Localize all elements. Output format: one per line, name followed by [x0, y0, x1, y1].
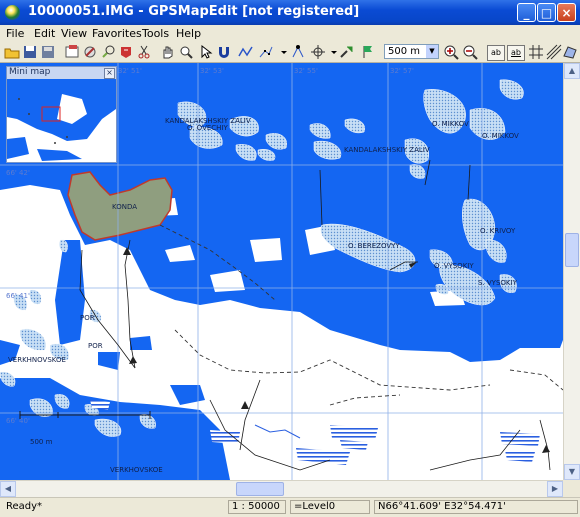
water-patch	[170, 385, 205, 405]
status-scale: 1 : 50000	[228, 500, 286, 514]
polygon-icon[interactable]	[562, 44, 578, 60]
toolbar: 500 m ▼ ab ab	[0, 42, 580, 63]
scale-dropdown[interactable]: 500 m ▼	[384, 44, 439, 59]
tool-icon[interactable]	[82, 44, 98, 60]
lat-tick-1: 66' 42'	[6, 169, 30, 177]
lon-tick-1: 32' 51'	[118, 67, 142, 75]
status-level: =Level0	[290, 500, 370, 514]
flag-icon[interactable]	[360, 44, 376, 60]
scroll-down-icon[interactable]: ▼	[564, 464, 580, 480]
land-patch	[0, 195, 60, 245]
bookmark-icon[interactable]	[118, 44, 134, 60]
status-ready: Ready*	[6, 501, 43, 512]
scroll-right-icon[interactable]: ▶	[547, 481, 563, 497]
chevron-down-icon[interactable]: ▼	[426, 45, 438, 58]
save-icon[interactable]	[22, 44, 38, 60]
label-kandalakshskiy-zaliv-2: KANDALAKSHSKIY ZALIV	[344, 146, 430, 154]
title-bar: 10000051.IMG - GPSMapEdit [not registere…	[0, 0, 580, 25]
select-arrow-icon[interactable]	[198, 44, 214, 60]
maximize-button[interactable]: □	[537, 3, 556, 22]
label-verkhovskoe-2: VERKHOVSKOE	[110, 466, 163, 474]
water-patch	[130, 336, 152, 350]
label-o-berezovyy: O. BEREZOVYY	[348, 242, 400, 250]
close-button[interactable]: ×	[557, 3, 576, 22]
lat-tick-2: 66' 41'	[6, 292, 30, 300]
scroll-up-icon[interactable]: ▲	[564, 63, 580, 79]
menu-favorites[interactable]: Favorites	[92, 27, 142, 40]
menu-view[interactable]: View	[61, 27, 87, 40]
insert-node-icon[interactable]	[290, 44, 306, 60]
menu-tools[interactable]: Tools	[142, 27, 169, 40]
polyline-icon[interactable]	[238, 44, 254, 60]
label-stor: POR	[80, 314, 95, 322]
properties-icon[interactable]	[64, 44, 80, 60]
cut-icon[interactable]	[136, 44, 152, 60]
menu-file[interactable]: File	[6, 27, 24, 40]
save-as-icon[interactable]	[40, 44, 56, 60]
menu-help[interactable]: Help	[176, 27, 201, 40]
move-icon[interactable]	[310, 44, 326, 60]
scale-bar-label: 500 m	[30, 438, 53, 446]
minimap-view[interactable]	[7, 79, 116, 162]
label-o-vysokiy: O. VYSOKIY	[434, 262, 474, 270]
globe-icon[interactable]	[5, 5, 20, 20]
label-konda: KONDA	[112, 203, 137, 211]
zoom-in-icon[interactable]	[443, 44, 459, 60]
find-icon[interactable]	[100, 44, 116, 60]
close-icon[interactable]: ×	[104, 68, 115, 79]
label-o-mikkov-1: O. MIKKOV	[432, 120, 469, 128]
land-patch	[250, 238, 282, 262]
lon-tick-3: 32' 55'	[294, 67, 318, 75]
grid-icon[interactable]	[528, 44, 544, 60]
status-bar: Ready* 1 : 50000 =Level0 N66°41.609' E32…	[0, 497, 580, 517]
scroll-left-icon[interactable]: ◀	[0, 481, 16, 497]
scale-value: 500 m	[388, 46, 421, 57]
label-o-mikkov-2: O. MIKKOV	[482, 132, 519, 140]
horizontal-scrollbar[interactable]: ◀ ▶	[0, 480, 563, 497]
add-point-icon[interactable]	[338, 44, 354, 60]
toggle-labels-button[interactable]: ab	[487, 45, 505, 61]
label-vernovskoe: VERKHNOVSKOE	[8, 356, 66, 364]
vertical-scroll-thumb[interactable]	[565, 233, 579, 267]
lat-tick-3: 66' 40'	[6, 417, 30, 425]
lon-tick-4: 32' 57'	[390, 67, 414, 75]
stream-lines	[254, 424, 301, 439]
label-o-ovechiy: O. OVECHIY	[187, 124, 228, 132]
hatch-icon[interactable]	[546, 44, 562, 60]
water-channel	[55, 240, 85, 345]
horizontal-scroll-thumb[interactable]	[236, 482, 284, 496]
vertical-scrollbar[interactable]: ▲ ▼	[563, 63, 580, 480]
land-patch	[90, 245, 125, 275]
menu-edit[interactable]: Edit	[34, 27, 55, 40]
status-coordinates: N66°41.609' E32°54.471'	[374, 500, 578, 514]
menu-bar: File Edit View Favorites Tools Help	[0, 25, 580, 43]
water-patch	[98, 352, 120, 370]
label-o-krivoy: O. KRIVOY	[480, 227, 516, 235]
lon-tick-2: 32' 53'	[200, 67, 224, 75]
hand-pan-icon[interactable]	[160, 44, 176, 60]
minimize-button[interactable]: _	[517, 3, 536, 22]
window-title: 10000051.IMG - GPSMapEdit [not registere…	[28, 4, 360, 19]
label-s-vysokiy: S. VYSOKIY	[478, 279, 518, 287]
scroll-corner	[563, 480, 580, 497]
minimap-titlebar: Mini map ×	[7, 67, 116, 79]
minimap-title: Mini map	[9, 67, 51, 77]
magnet-icon[interactable]	[216, 44, 232, 60]
toggle-underline-labels-button[interactable]: ab	[507, 45, 525, 61]
minimap-panel[interactable]: Mini map ×	[6, 66, 117, 163]
edit-nodes-icon[interactable]	[258, 44, 274, 60]
zoom-icon[interactable]	[178, 44, 194, 60]
label-por: POR	[88, 342, 103, 350]
zoom-out-icon[interactable]	[462, 44, 478, 60]
open-folder-icon[interactable]	[4, 44, 20, 60]
